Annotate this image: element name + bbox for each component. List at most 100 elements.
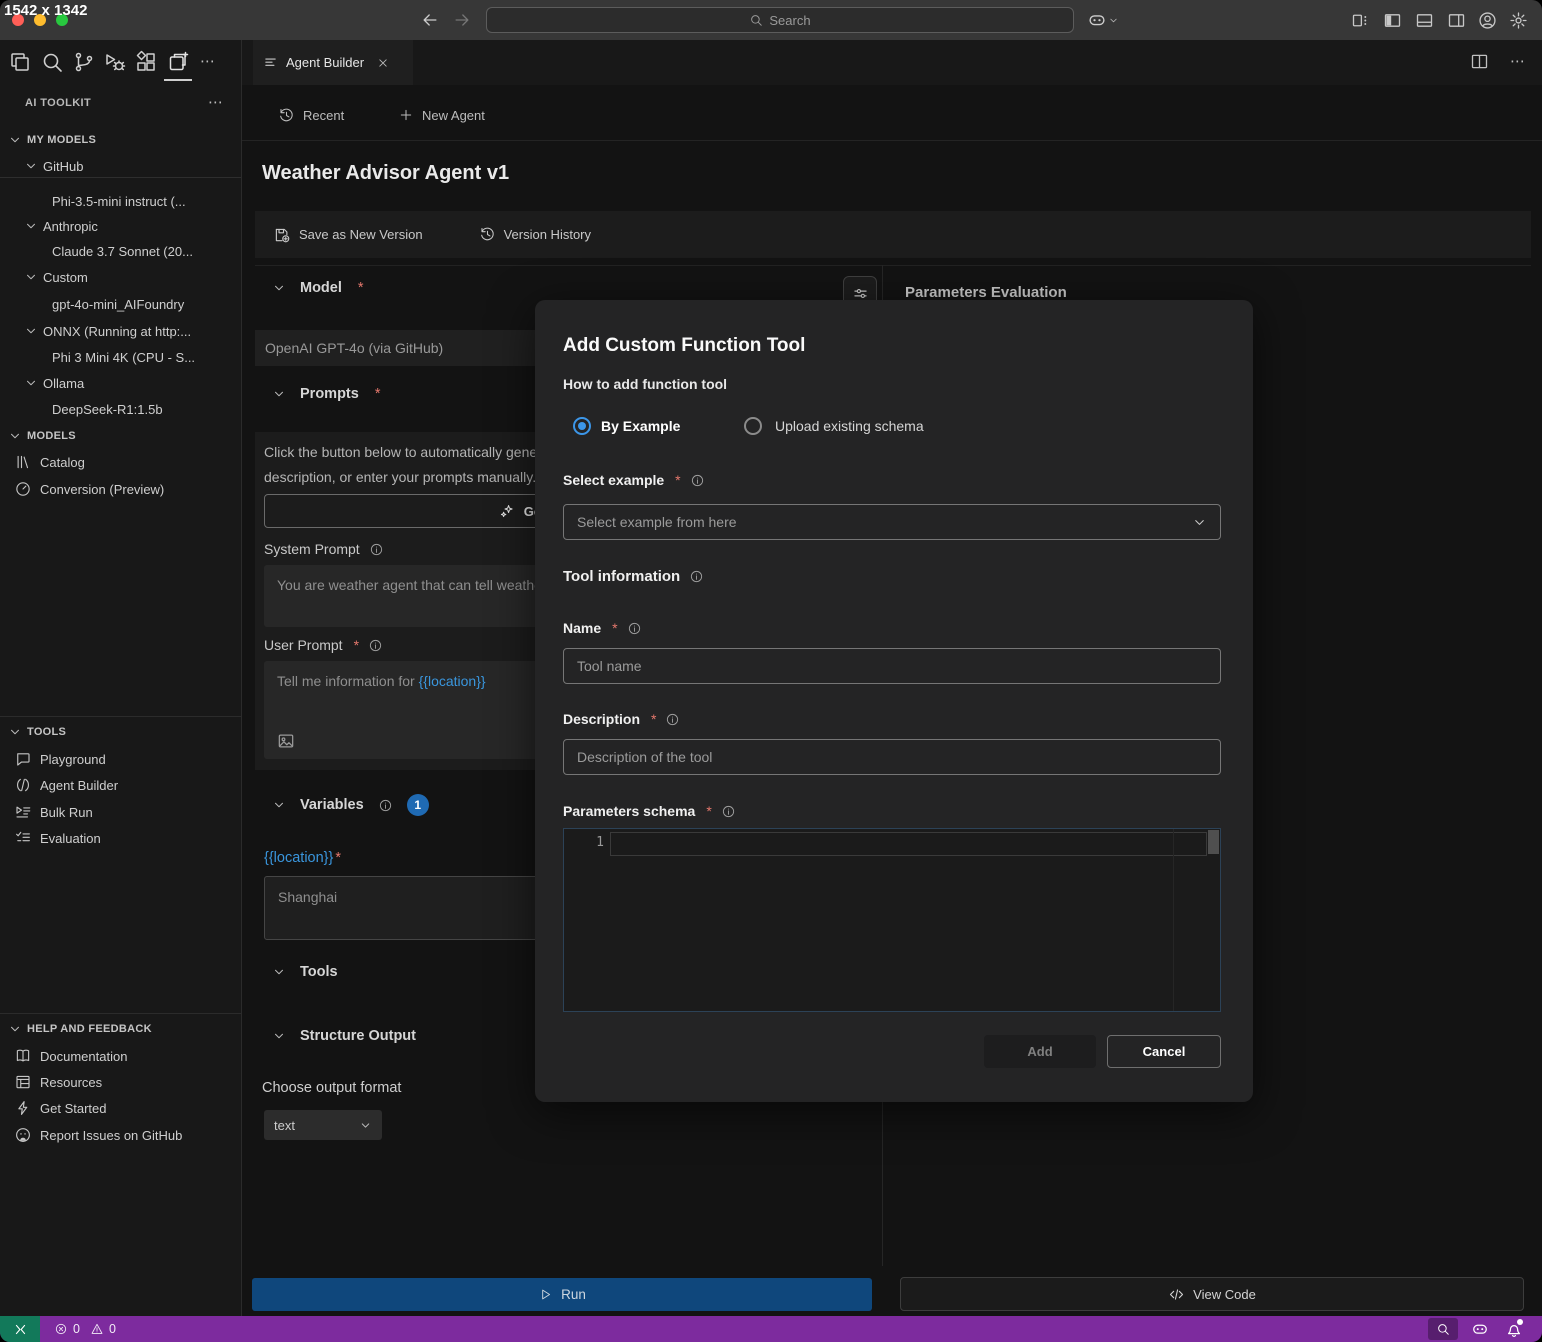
editor-more-actions-icon[interactable]: ⋯ [1510,52,1526,70]
cancel-button[interactable]: Cancel [1107,1035,1221,1068]
item-label: Conversion (Preview) [40,482,164,497]
customize-layout-icon[interactable] [1350,10,1371,31]
tool-name-input[interactable] [563,648,1221,684]
sidebar-section-tools[interactable]: TOOLS [0,719,241,745]
output-format-select[interactable]: text [264,1110,382,1140]
zoom-status-button[interactable] [1428,1318,1458,1340]
parameters-schema-label-row: Parameters schema* [563,803,736,819]
search-view-icon[interactable] [40,50,64,74]
notifications-bell[interactable] [1504,1319,1524,1339]
back-icon[interactable] [420,10,440,30]
pane-more-actions-icon[interactable]: ⋯ [208,93,224,111]
required-marker: * [706,803,711,819]
tree-item-gpt4omini[interactable]: gpt-4o-mini_AIFoundry [0,291,241,317]
copilot-status-icon[interactable] [1470,1319,1490,1339]
extensions-icon[interactable] [134,50,158,74]
add-button[interactable]: Add [984,1035,1096,1068]
problems-indicator[interactable]: 0 0 [54,1316,116,1342]
tree-item-label: Custom [43,270,88,285]
tree-item-github[interactable]: GitHub [0,153,241,179]
attach-image-icon[interactable] [276,731,296,751]
version-history-label: Version History [504,227,591,242]
radio-by-example[interactable]: By Example [573,417,680,435]
settings-gear-icon[interactable] [1508,10,1529,31]
variables-section-header[interactable]: Variables 1 [272,794,429,816]
scrollbar-thumb[interactable] [1208,830,1219,854]
account-icon[interactable] [1477,10,1498,31]
command-center-search[interactable]: Search [486,7,1074,33]
required-marker: * [354,637,359,653]
agent-builder-icon [14,776,32,794]
parameters-schema-editor[interactable]: 1 [563,828,1221,1012]
run-debug-icon[interactable] [103,50,127,74]
tree-item-ollama[interactable]: Ollama [0,370,241,396]
version-history-button[interactable]: Version History [479,226,591,243]
remote-indicator[interactable] [0,1316,40,1342]
forward-icon[interactable] [452,10,472,30]
radio-upload-schema[interactable]: Upload existing schema [744,417,924,435]
info-icon[interactable] [690,473,705,488]
run-button[interactable]: Run [252,1278,872,1311]
sidebar-section-help[interactable]: HELP AND FEEDBACK [0,1016,241,1042]
cancel-button-label: Cancel [1143,1044,1186,1059]
sidebar-section-models[interactable]: MODELS [0,423,241,449]
play-icon [538,1287,553,1302]
toggle-secondary-sidebar-icon[interactable] [1446,10,1467,31]
required-marker: * [651,711,656,727]
info-icon[interactable] [378,798,393,813]
sidebar-item-report-issues[interactable]: Report Issues on GitHub [0,1122,241,1148]
sidebar-item-resources[interactable]: Resources [0,1069,241,1095]
ai-toolkit-icon[interactable] [166,50,190,74]
info-icon[interactable] [627,621,642,636]
sidebar-section-my-models[interactable]: MY MODELS [0,127,241,153]
tools-section-header[interactable]: Tools [272,964,338,980]
info-icon[interactable] [689,569,704,584]
prompts-section-label: Prompts [300,386,359,402]
sidebar-item-catalog[interactable]: Catalog [0,449,241,475]
sidebar-item-agent-builder[interactable]: Agent Builder [0,772,241,798]
info-icon[interactable] [665,712,680,727]
info-icon[interactable] [721,804,736,819]
info-icon[interactable] [368,638,383,653]
item-label: Evaluation [40,831,101,846]
new-agent-button[interactable]: New Agent [398,107,485,123]
chevron-down-icon[interactable] [1108,15,1119,26]
view-code-button[interactable]: View Code [900,1277,1524,1311]
sidebar-item-documentation[interactable]: Documentation [0,1043,241,1069]
tab-agent-builder[interactable]: Agent Builder [253,40,413,85]
tree-item-custom[interactable]: Custom [0,264,241,290]
history-icon [479,226,496,243]
copilot-icon[interactable] [1086,9,1108,31]
sidebar-item-playground[interactable]: Playground [0,746,241,772]
model-section-header[interactable]: Model* [272,280,364,296]
split-editor-icon[interactable] [1469,51,1490,72]
close-icon[interactable] [376,56,390,70]
prompts-section-header[interactable]: Prompts* [272,386,380,402]
sidebar-item-conversion[interactable]: Conversion (Preview) [0,476,241,502]
tree-item-onnx[interactable]: ONNX (Running at http:... [0,318,241,344]
tree-item-claude[interactable]: Claude 3.7 Sonnet (20... [0,238,241,264]
source-control-icon[interactable] [72,50,96,74]
explorer-icon[interactable] [8,50,32,74]
toggle-panel-icon[interactable] [1414,10,1435,31]
variables-count-badge: 1 [407,794,429,816]
select-example-dropdown[interactable]: Select example from here [563,504,1221,540]
structure-output-section-header[interactable]: Structure Output [272,1028,416,1044]
line-number: 1 [564,835,604,850]
recent-button[interactable]: Recent [278,107,344,124]
tree-item-phi35[interactable]: Phi-3.5-mini instruct (... [0,188,241,214]
user-prompt-value: Tell me information for [277,673,419,689]
sidebar-item-evaluation[interactable]: Evaluation [0,825,241,851]
save-as-new-version-button[interactable]: Save as New Version [273,226,423,244]
sidebar-item-bulk-run[interactable]: Bulk Run [0,799,241,825]
tree-item-anthropic[interactable]: Anthropic [0,213,241,239]
toggle-sidebar-icon[interactable] [1382,10,1403,31]
more-views-icon[interactable]: ⋯ [200,52,216,70]
tree-item-phi3mini[interactable]: Phi 3 Mini 4K (CPU - S... [0,344,241,370]
tree-item-deepseek[interactable]: DeepSeek-R1:1.5b [0,396,241,422]
tool-description-input[interactable] [563,739,1221,775]
tree-item-label: Anthropic [43,219,98,234]
info-icon[interactable] [369,542,384,557]
output-format-value: text [274,1118,295,1133]
sidebar-item-get-started[interactable]: Get Started [0,1095,241,1121]
